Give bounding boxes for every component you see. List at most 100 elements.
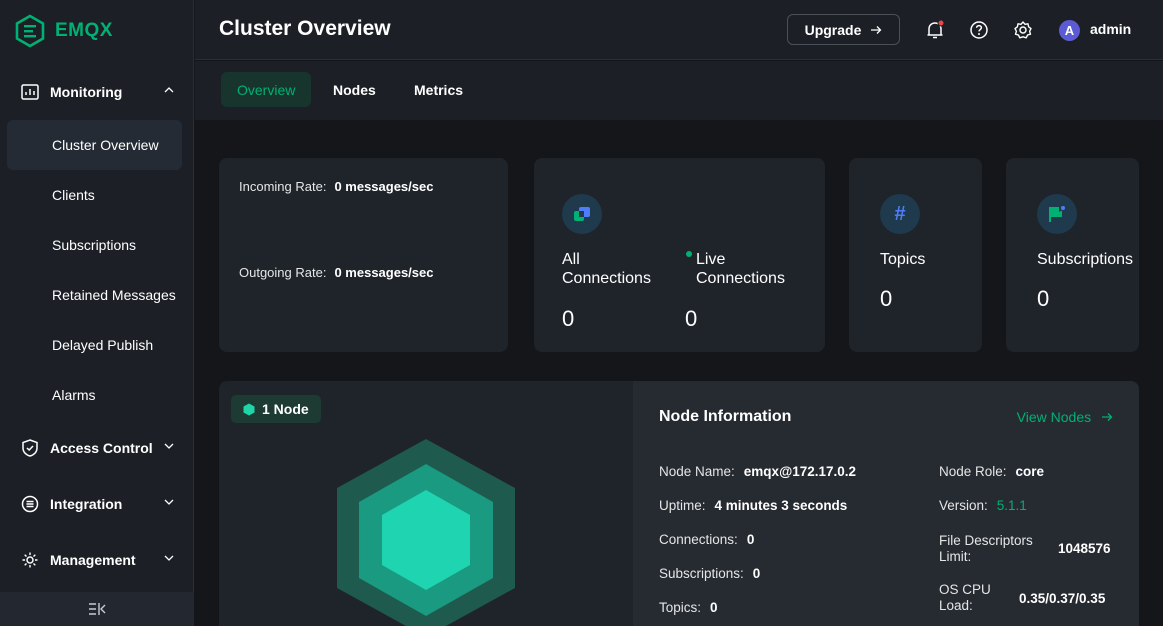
help-icon	[970, 21, 988, 39]
node-subscriptions-row: Subscriptions: 0	[659, 566, 760, 581]
topics-label: Topics	[880, 251, 926, 268]
collapse-sidebar-icon	[89, 603, 106, 615]
sidebar-item-label: Alarms	[52, 387, 96, 403]
sidebar-item-delayed-publish[interactable]: Delayed Publish	[0, 325, 194, 365]
file-descriptors-label: File Descriptors Limit:	[939, 533, 1033, 564]
node-information: Node Information View Nodes Node Name: em…	[633, 381, 1139, 626]
help-button[interactable]	[968, 19, 990, 41]
message-rate-card: Incoming Rate: 0 messages/sec Outgoing Ra…	[219, 158, 508, 352]
sidebar-item-label: Retained Messages	[52, 287, 176, 303]
brand-name: EMQX	[55, 20, 113, 41]
incoming-rate-value: 0 messages/sec	[334, 179, 434, 194]
tab-metrics[interactable]: Metrics	[398, 72, 479, 107]
sidebar-item-label: Cluster Overview	[52, 137, 159, 153]
view-nodes-label: View Nodes	[1016, 409, 1092, 425]
upgrade-label: Upgrade	[804, 21, 862, 38]
top-header: Cluster Overview Upgrade A admin	[195, 0, 1163, 60]
integration-icon	[20, 494, 40, 514]
node-panel: 1 Node Node Information View Nodes Node …	[219, 381, 1139, 626]
node-connections-label: Connections:	[659, 532, 738, 547]
os-cpu-load-label: OS CPU Load:	[939, 582, 991, 613]
node-name-label: Node Name:	[659, 464, 735, 479]
monitoring-icon	[20, 82, 40, 102]
uptime-label: Uptime:	[659, 498, 706, 513]
tab-bar: Overview Nodes Metrics	[195, 61, 1163, 120]
incoming-rate-label: Incoming Rate:	[239, 179, 327, 194]
all-connections-label: All Connections	[562, 251, 651, 287]
notifications-button[interactable]	[924, 19, 946, 41]
tab-overview[interactable]: Overview	[221, 72, 312, 107]
node-role-label: Node Role:	[939, 464, 1007, 479]
node-hexagon-graphic[interactable]	[336, 438, 516, 626]
page-title: Cluster Overview	[219, 17, 391, 40]
live-status-dot	[686, 250, 692, 257]
live-connections-label: Live Connections	[696, 251, 785, 287]
file-descriptors-value: 1048576	[1058, 541, 1111, 556]
sidebar: EMQX Monitoring Cluster Overview Clients…	[0, 0, 194, 626]
topics-value: 0	[880, 286, 893, 311]
version-value: 5.1.1	[996, 498, 1027, 513]
live-connections-value: 0	[685, 306, 698, 331]
chevron-down-icon	[164, 443, 174, 449]
version-label: Version:	[939, 498, 988, 513]
incoming-rate: Incoming Rate: 0 messages/sec	[239, 179, 433, 194]
outgoing-rate-value: 0 messages/sec	[334, 265, 434, 280]
live-connections: Live Connections	[686, 250, 806, 288]
nav-group-label: Integration	[50, 496, 123, 512]
outgoing-rate-label: Outgoing Rate:	[239, 265, 327, 280]
node-name-row: Node Name: emqx@172.17.0.2	[659, 464, 856, 479]
node-connections-value: 0	[746, 532, 755, 547]
view-nodes-link[interactable]: View Nodes	[1017, 409, 1113, 425]
sidebar-item-subscriptions[interactable]: Subscriptions	[0, 225, 194, 265]
nav-group-label: Management	[50, 552, 136, 568]
management-icon	[20, 550, 40, 570]
settings-button[interactable]	[1012, 19, 1034, 41]
nav-group-management[interactable]: Management	[0, 540, 194, 580]
emqx-logo-icon	[15, 14, 45, 48]
hash-icon: #	[880, 194, 920, 234]
uptime-row: Uptime: 4 minutes 3 seconds	[659, 498, 847, 513]
node-topics-value: 0	[710, 600, 718, 615]
collapse-sidebar-button[interactable]	[0, 592, 194, 626]
node-count-badge: 1 Node	[231, 395, 321, 423]
node-role-row: Node Role: core	[939, 464, 1044, 479]
uptime-value: 4 minutes 3 seconds	[714, 498, 848, 513]
hexagon-icon	[243, 403, 255, 415]
subscriptions-icon	[1037, 194, 1077, 234]
chevron-down-icon	[164, 499, 174, 505]
sidebar-item-label: Subscriptions	[52, 237, 137, 253]
bell-icon	[927, 20, 945, 39]
node-count-label: 1 Node	[262, 401, 309, 417]
node-subscriptions-label: Subscriptions:	[659, 566, 744, 581]
nav-group-integration[interactable]: Integration	[0, 484, 194, 524]
chevron-up-icon	[164, 87, 174, 93]
nav-group-access-control[interactable]: Access Control	[0, 428, 194, 468]
outgoing-rate: Outgoing Rate: 0 messages/sec	[239, 265, 433, 280]
arrow-right-icon	[1102, 413, 1113, 421]
os-cpu-load-value: 0.35/0.37/0.35	[1019, 591, 1106, 606]
connections-icon	[562, 194, 602, 234]
nav-group-monitoring[interactable]: Monitoring	[0, 72, 194, 112]
sidebar-item-clients[interactable]: Clients	[0, 175, 194, 215]
logo[interactable]: EMQX	[14, 13, 113, 49]
nav-group-label: Access Control	[50, 440, 153, 456]
version-row: Version: 5.1.1	[939, 498, 1027, 513]
all-connections-value: 0	[562, 306, 575, 331]
username[interactable]: admin	[1090, 21, 1131, 37]
node-name-value: emqx@172.17.0.2	[743, 464, 857, 479]
sidebar-item-cluster-overview[interactable]: Cluster Overview	[7, 120, 182, 170]
avatar[interactable]: A	[1059, 20, 1080, 41]
subscriptions-label: Subscriptions	[1037, 251, 1134, 268]
sidebar-item-retained-messages[interactable]: Retained Messages	[0, 275, 194, 315]
sidebar-item-label: Delayed Publish	[52, 337, 154, 353]
node-topics-row: Topics: 0	[659, 600, 718, 615]
tab-nodes[interactable]: Nodes	[317, 72, 392, 107]
node-information-title: Node Information	[659, 408, 792, 425]
arrow-right-icon	[871, 25, 882, 34]
upgrade-button[interactable]: Upgrade	[787, 14, 900, 45]
subscriptions-card: Subscriptions 0	[1006, 158, 1139, 352]
topics-card: # Topics 0	[849, 158, 982, 352]
sidebar-item-alarms[interactable]: Alarms	[0, 375, 194, 415]
gear-icon	[1014, 21, 1032, 39]
chevron-down-icon	[164, 555, 174, 561]
